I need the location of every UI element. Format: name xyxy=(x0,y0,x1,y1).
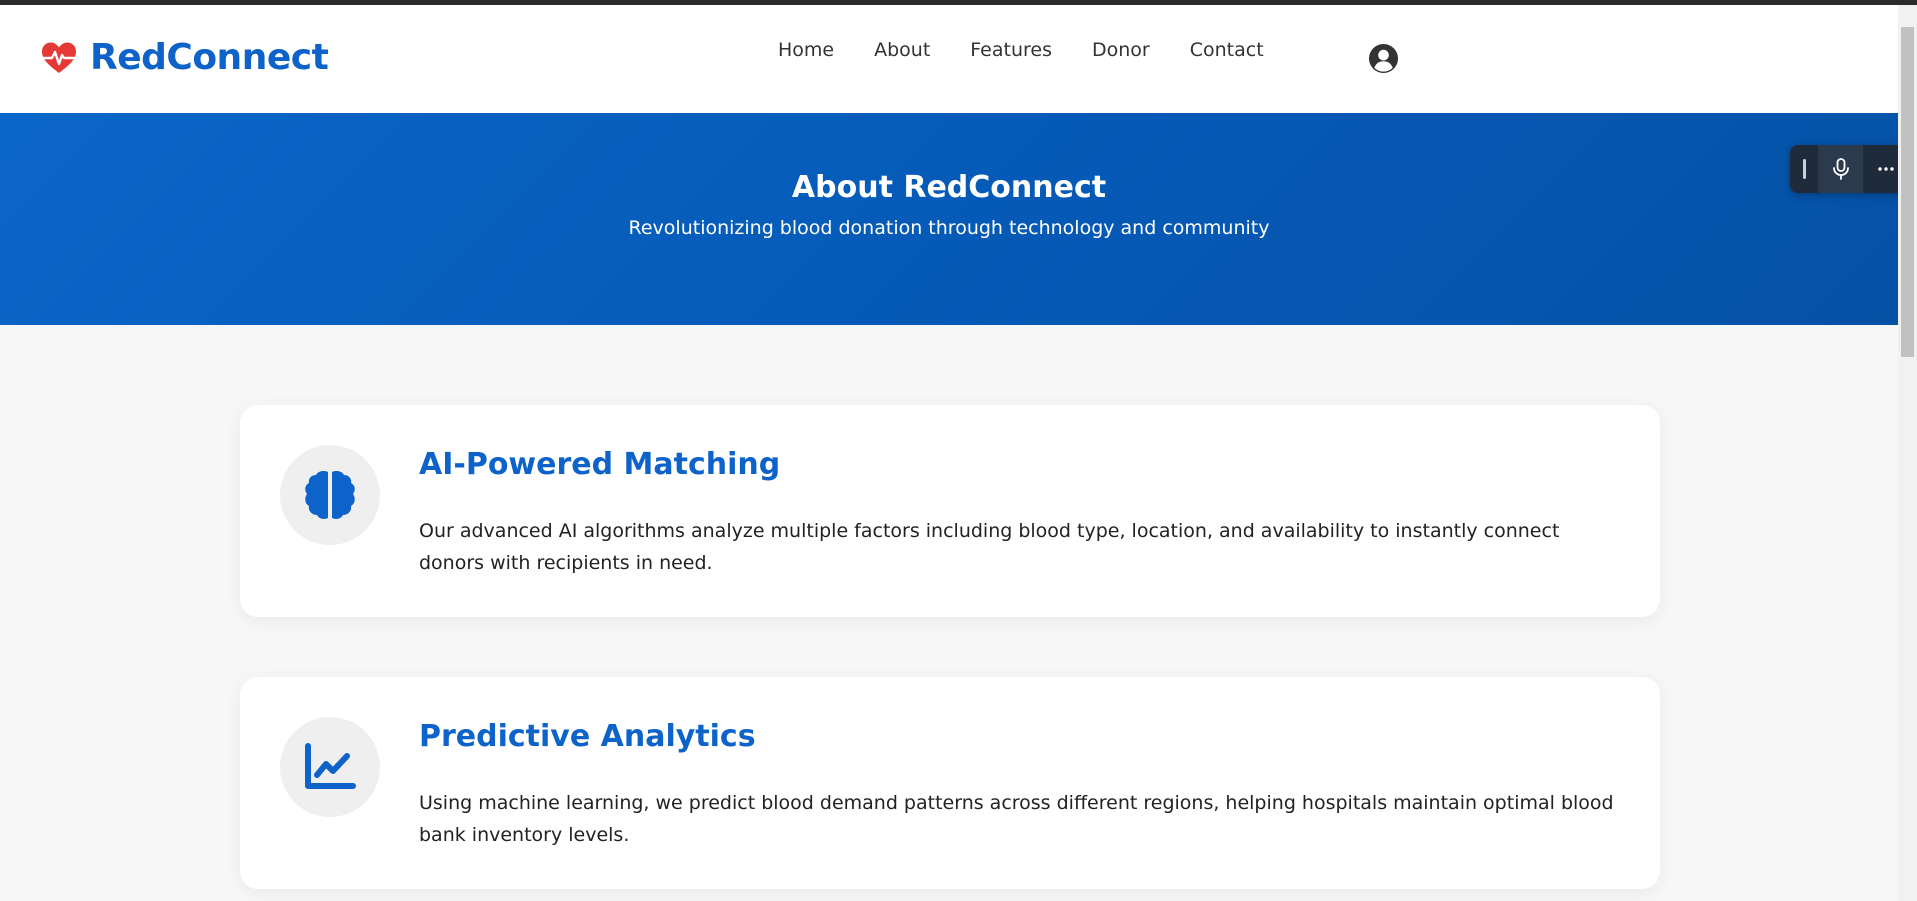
hero-banner: About RedConnect Revolutionizing blood d… xyxy=(0,113,1898,325)
line-chart-icon xyxy=(305,743,356,789)
main-nav: Home About Features Donor Contact xyxy=(778,39,1304,61)
nav-link-about[interactable]: About xyxy=(874,39,930,61)
features-section: AI-Powered Matching Our advanced AI algo… xyxy=(0,325,1898,901)
brand-logo[interactable]: RedConnect xyxy=(40,37,329,78)
hero-title: About RedConnect xyxy=(791,170,1107,205)
feature-description: Using machine learning, we predict blood… xyxy=(419,792,1614,846)
heart-pulse-icon xyxy=(42,42,76,73)
feature-icon-circle xyxy=(280,717,380,817)
feature-icon-circle xyxy=(280,445,380,545)
feature-title: AI-Powered Matching xyxy=(419,447,781,482)
vertical-scrollbar[interactable] xyxy=(1898,5,1917,901)
scrollbar-thumb[interactable] xyxy=(1901,27,1914,357)
navbar: RedConnect Home About Features Donor Con… xyxy=(0,5,1898,113)
nav-link-contact[interactable]: Contact xyxy=(1190,39,1264,61)
brand-name: RedConnect xyxy=(90,37,329,78)
feature-card-predictive-analytics: Predictive Analytics Using machine learn… xyxy=(240,677,1660,889)
user-circle-icon[interactable] xyxy=(1368,43,1399,74)
microphone-icon[interactable] xyxy=(1818,145,1863,193)
feature-title: Predictive Analytics xyxy=(419,719,756,754)
nav-link-features[interactable]: Features xyxy=(970,39,1052,61)
grip-icon[interactable] xyxy=(1790,145,1818,193)
nav-link-donor[interactable]: Donor xyxy=(1092,39,1150,61)
nav-link-home[interactable]: Home xyxy=(778,39,834,61)
feature-card-ai-matching: AI-Powered Matching Our advanced AI algo… xyxy=(240,405,1660,617)
feature-description: Our advanced AI algorithms analyze multi… xyxy=(419,520,1560,574)
brain-icon xyxy=(305,471,355,519)
hero-subtitle: Revolutionizing blood donation through t… xyxy=(628,217,1270,239)
